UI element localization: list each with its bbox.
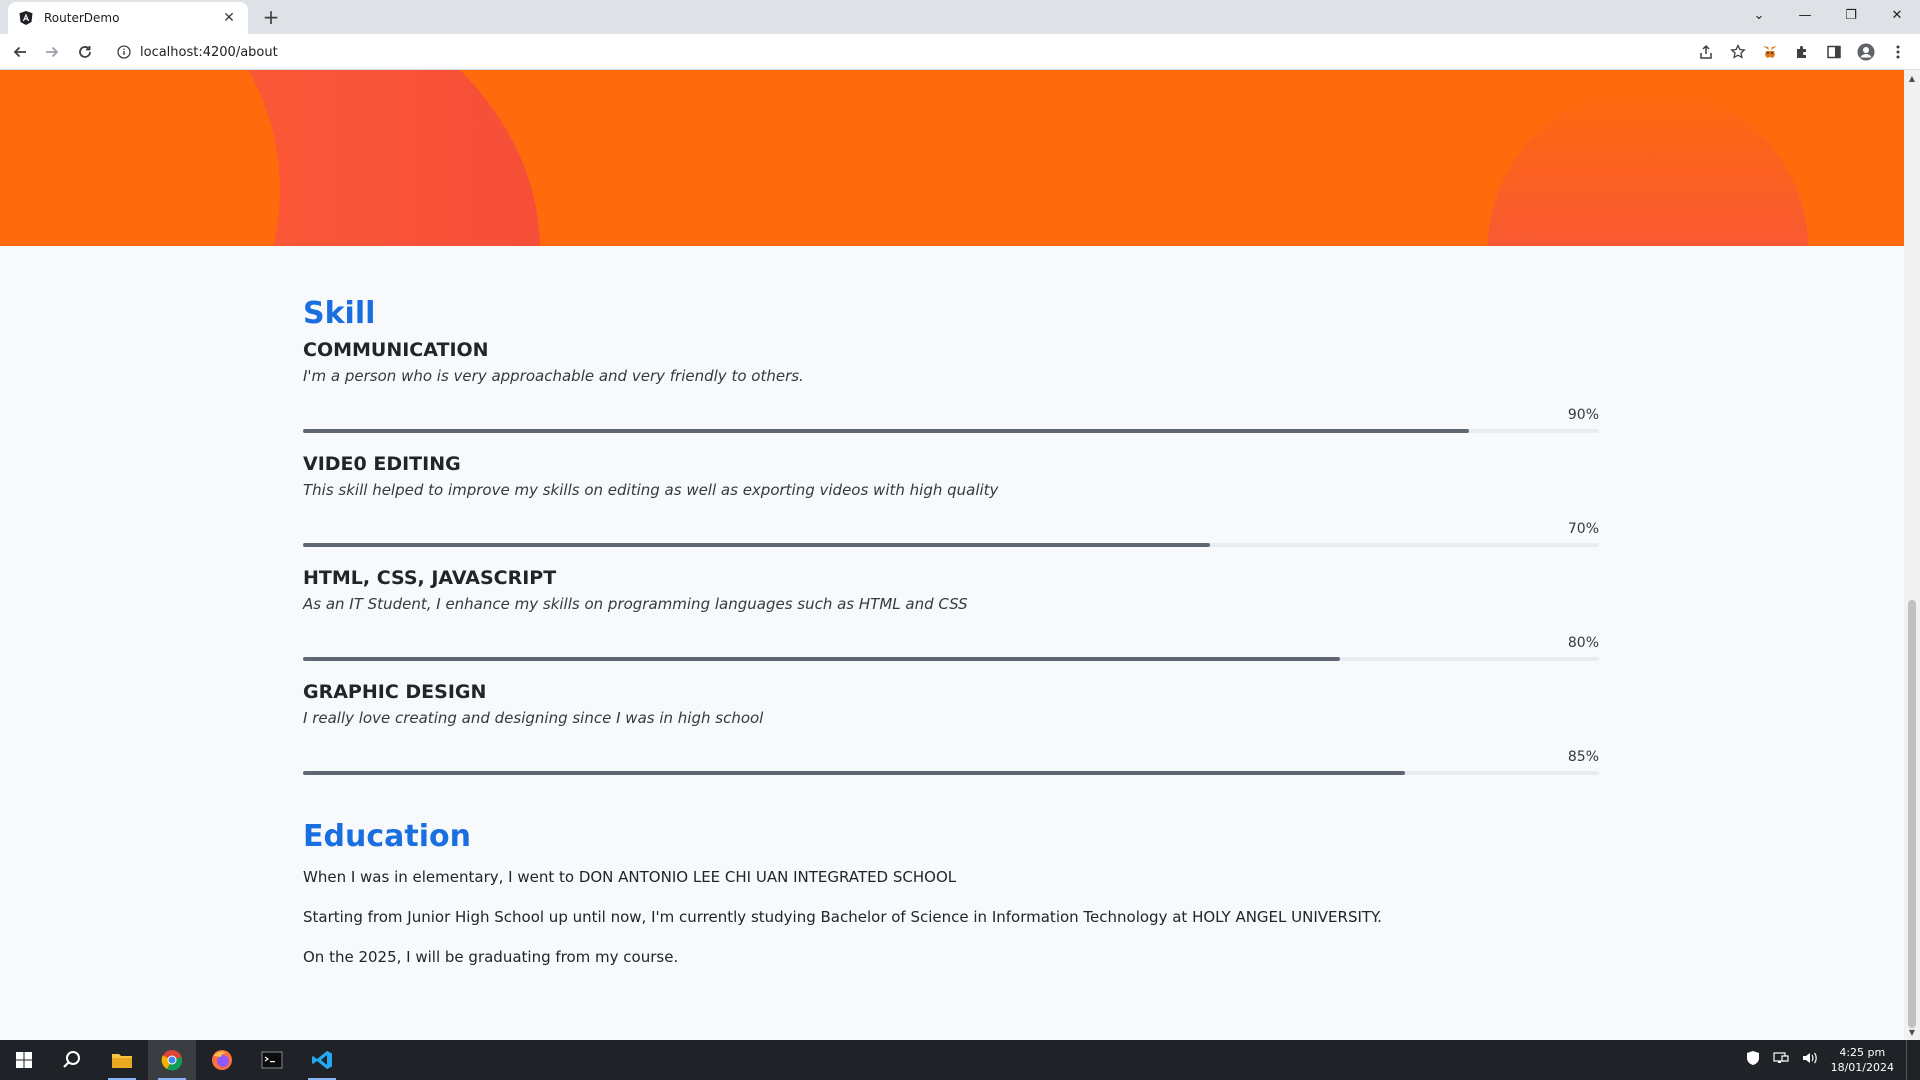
skill-progress-fill	[303, 657, 1340, 661]
skill-item: GRAPHIC DESIGN I really love creating an…	[303, 681, 1599, 795]
new-tab-button[interactable]: +	[260, 5, 282, 29]
vscode-icon[interactable]	[298, 1040, 346, 1080]
skill-percent-label: 90%	[1567, 407, 1599, 423]
tab-strip: RouterDemo ✕ + ⌄ — ❐ ✕	[0, 0, 1920, 34]
scrollbar-thumb[interactable]	[1908, 600, 1916, 1028]
skill-progress-track	[303, 429, 1599, 433]
skill-progress-fill	[303, 543, 1211, 547]
skill-description: As an IT Student, I enhance my skills on…	[303, 595, 968, 613]
address-bar[interactable]: localhost:4200/about	[110, 38, 1710, 66]
skill-progress-track	[303, 543, 1599, 547]
skill-item: HTML, CSS, JAVASCRIPT As an IT Student, …	[303, 567, 1599, 681]
skills-list: COMMUNICATION I'm a person who is very a…	[303, 339, 1599, 795]
restore-button[interactable]: ❐	[1828, 0, 1874, 30]
skill-item: VIDE0 EDITING This skill helped to impro…	[303, 453, 1599, 567]
skill-name: VIDE0 EDITING	[303, 453, 461, 475]
hero-decoration-left-inner	[0, 70, 280, 246]
windows-start-icon[interactable]	[0, 1040, 48, 1080]
metamask-extension-icon[interactable]	[1758, 40, 1782, 64]
os-taskbar: 4:25 pm 18/01/2024	[0, 1040, 1920, 1080]
skill-name: HTML, CSS, JAVASCRIPT	[303, 567, 557, 589]
firefox-icon[interactable]	[198, 1040, 246, 1080]
page-scrollbar[interactable]: ▲ ▼	[1904, 70, 1920, 1040]
hero-decoration-circle	[1488, 88, 1808, 246]
skill-percent-label: 80%	[1567, 635, 1599, 651]
skill-description: I really love creating and designing sin…	[303, 709, 764, 727]
hero-banner	[0, 70, 1904, 246]
extensions-puzzle-icon[interactable]	[1790, 40, 1814, 64]
chrome-icon[interactable]	[148, 1040, 196, 1080]
skill-progress-track	[303, 657, 1599, 661]
education-line: When I was in elementary, I went to DON …	[303, 868, 957, 886]
skill-name: COMMUNICATION	[303, 339, 489, 361]
browser-toolbar: localhost:4200/about	[0, 34, 1920, 70]
bookmark-star-icon[interactable]	[1726, 40, 1750, 64]
system-tray: 4:25 pm 18/01/2024	[1745, 1040, 1910, 1080]
skill-name: GRAPHIC DESIGN	[303, 681, 487, 703]
url-text: localhost:4200/about	[140, 44, 278, 60]
close-tab-icon[interactable]: ✕	[220, 9, 238, 27]
education-section-title: Education	[303, 819, 471, 854]
network-icon[interactable]	[1772, 1050, 1789, 1070]
education-line: Starting from Junior High School up unti…	[303, 908, 1382, 926]
skill-section-title: Skill	[303, 296, 376, 331]
info-icon[interactable]	[114, 42, 134, 62]
system-clock[interactable]: 4:25 pm 18/01/2024	[1831, 1045, 1894, 1075]
skill-description: I'm a person who is very approachable an…	[303, 367, 804, 385]
volume-icon[interactable]	[1801, 1050, 1819, 1070]
education-line: On the 2025, I will be graduating from m…	[303, 948, 679, 966]
tab-search-icon[interactable]: ⌄	[1736, 0, 1782, 30]
tab-title: RouterDemo	[44, 11, 120, 25]
skill-progress-fill	[303, 771, 1405, 775]
main-content: Skill COMMUNICATION I'm a person who is …	[303, 296, 1599, 972]
forward-button[interactable]	[40, 40, 64, 64]
skill-item: COMMUNICATION I'm a person who is very a…	[303, 339, 1599, 453]
security-shield-icon[interactable]	[1745, 1050, 1761, 1070]
skill-progress-fill	[303, 429, 1470, 433]
menu-kebab-icon[interactable]	[1886, 40, 1910, 64]
skill-percent-label: 85%	[1567, 749, 1599, 765]
share-icon[interactable]	[1694, 40, 1718, 64]
show-desktop-button[interactable]	[1906, 1040, 1910, 1080]
clock-time: 4:25 pm	[1839, 1046, 1886, 1059]
minimize-button[interactable]: —	[1782, 0, 1828, 30]
skill-percent-label: 70%	[1567, 521, 1599, 537]
reload-button[interactable]	[73, 40, 97, 64]
file-explorer-icon[interactable]	[98, 1040, 146, 1080]
profile-avatar-icon[interactable]	[1854, 40, 1878, 64]
clock-date: 18/01/2024	[1830, 1061, 1894, 1074]
scroll-down-arrow-icon[interactable]: ▼	[1908, 1028, 1916, 1037]
page-viewport: Skill COMMUNICATION I'm a person who is …	[0, 70, 1904, 1040]
skill-progress-track	[303, 771, 1599, 775]
browser-tab[interactable]: RouterDemo ✕	[8, 2, 248, 34]
back-button[interactable]	[8, 40, 32, 64]
search-icon[interactable]	[48, 1040, 96, 1080]
side-panel-icon[interactable]	[1822, 40, 1846, 64]
terminal-icon[interactable]	[248, 1040, 296, 1080]
scroll-up-arrow-icon[interactable]: ▲	[1908, 74, 1916, 83]
skill-description: This skill helped to improve my skills o…	[303, 481, 999, 499]
close-window-button[interactable]: ✕	[1874, 0, 1920, 30]
angular-icon	[18, 10, 34, 26]
